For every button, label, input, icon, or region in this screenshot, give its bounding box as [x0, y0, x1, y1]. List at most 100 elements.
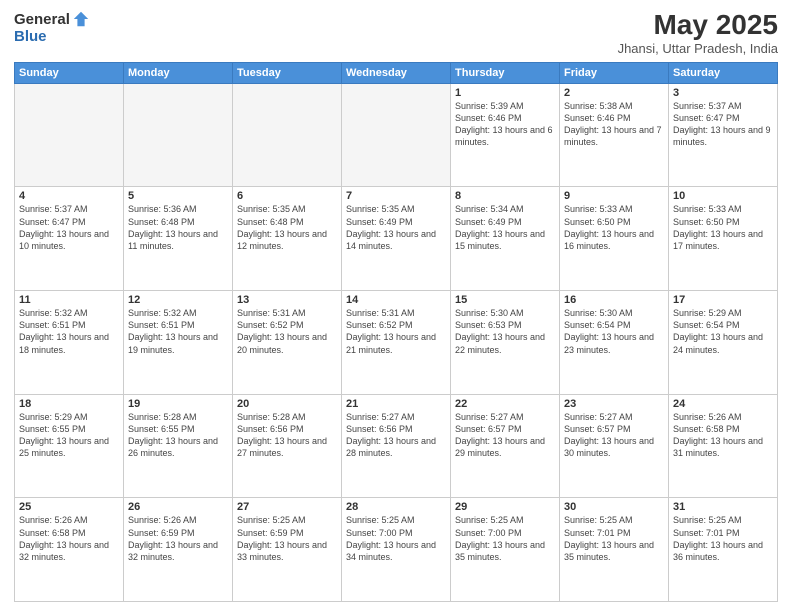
calendar-day-12: 12Sunrise: 5:32 AMSunset: 6:51 PMDayligh…	[124, 291, 233, 395]
day-number: 23	[564, 398, 664, 410]
calendar-week-2: 11Sunrise: 5:32 AMSunset: 6:51 PMDayligh…	[15, 291, 778, 395]
calendar-week-0: 1Sunrise: 5:39 AMSunset: 6:46 PMDaylight…	[15, 83, 778, 187]
day-info: Sunrise: 5:25 AMSunset: 7:01 PMDaylight:…	[564, 514, 664, 563]
day-number: 22	[455, 398, 555, 410]
day-info: Sunrise: 5:26 AMSunset: 6:58 PMDaylight:…	[19, 514, 119, 563]
day-number: 3	[673, 87, 773, 99]
day-number: 28	[346, 501, 446, 513]
calendar-day-13: 13Sunrise: 5:31 AMSunset: 6:52 PMDayligh…	[233, 291, 342, 395]
day-info: Sunrise: 5:26 AMSunset: 6:59 PMDaylight:…	[128, 514, 228, 563]
calendar-day-21: 21Sunrise: 5:27 AMSunset: 6:56 PMDayligh…	[342, 394, 451, 498]
day-info: Sunrise: 5:34 AMSunset: 6:49 PMDaylight:…	[455, 203, 555, 252]
weekday-header-tuesday: Tuesday	[233, 62, 342, 83]
calendar-day-23: 23Sunrise: 5:27 AMSunset: 6:57 PMDayligh…	[560, 394, 669, 498]
day-number: 29	[455, 501, 555, 513]
day-number: 18	[19, 398, 119, 410]
day-number: 7	[346, 190, 446, 202]
calendar-day-1: 1Sunrise: 5:39 AMSunset: 6:46 PMDaylight…	[451, 83, 560, 187]
calendar-table: SundayMondayTuesdayWednesdayThursdayFrid…	[14, 62, 778, 602]
calendar-day-10: 10Sunrise: 5:33 AMSunset: 6:50 PMDayligh…	[669, 187, 778, 291]
day-number: 9	[564, 190, 664, 202]
day-info: Sunrise: 5:28 AMSunset: 6:55 PMDaylight:…	[128, 411, 228, 460]
calendar-day-17: 17Sunrise: 5:29 AMSunset: 6:54 PMDayligh…	[669, 291, 778, 395]
day-number: 25	[19, 501, 119, 513]
calendar-day-9: 9Sunrise: 5:33 AMSunset: 6:50 PMDaylight…	[560, 187, 669, 291]
day-number: 16	[564, 294, 664, 306]
weekday-header-friday: Friday	[560, 62, 669, 83]
day-number: 27	[237, 501, 337, 513]
logo-icon	[72, 10, 90, 28]
calendar-week-1: 4Sunrise: 5:37 AMSunset: 6:47 PMDaylight…	[15, 187, 778, 291]
calendar-day-empty	[342, 83, 451, 187]
day-info: Sunrise: 5:30 AMSunset: 6:54 PMDaylight:…	[564, 307, 664, 356]
day-info: Sunrise: 5:33 AMSunset: 6:50 PMDaylight:…	[673, 203, 773, 252]
weekday-header-monday: Monday	[124, 62, 233, 83]
day-info: Sunrise: 5:29 AMSunset: 6:55 PMDaylight:…	[19, 411, 119, 460]
calendar-day-6: 6Sunrise: 5:35 AMSunset: 6:48 PMDaylight…	[233, 187, 342, 291]
calendar-day-11: 11Sunrise: 5:32 AMSunset: 6:51 PMDayligh…	[15, 291, 124, 395]
day-info: Sunrise: 5:25 AMSunset: 7:00 PMDaylight:…	[346, 514, 446, 563]
day-number: 26	[128, 501, 228, 513]
calendar-day-empty	[15, 83, 124, 187]
day-info: Sunrise: 5:27 AMSunset: 6:56 PMDaylight:…	[346, 411, 446, 460]
day-info: Sunrise: 5:39 AMSunset: 6:46 PMDaylight:…	[455, 100, 555, 149]
calendar-day-31: 31Sunrise: 5:25 AMSunset: 7:01 PMDayligh…	[669, 498, 778, 602]
day-number: 20	[237, 398, 337, 410]
day-info: Sunrise: 5:37 AMSunset: 6:47 PMDaylight:…	[673, 100, 773, 149]
day-info: Sunrise: 5:32 AMSunset: 6:51 PMDaylight:…	[128, 307, 228, 356]
day-number: 24	[673, 398, 773, 410]
day-number: 15	[455, 294, 555, 306]
day-number: 31	[673, 501, 773, 513]
day-info: Sunrise: 5:28 AMSunset: 6:56 PMDaylight:…	[237, 411, 337, 460]
calendar-day-empty	[124, 83, 233, 187]
day-number: 30	[564, 501, 664, 513]
day-info: Sunrise: 5:27 AMSunset: 6:57 PMDaylight:…	[564, 411, 664, 460]
day-info: Sunrise: 5:31 AMSunset: 6:52 PMDaylight:…	[346, 307, 446, 356]
weekday-header-row: SundayMondayTuesdayWednesdayThursdayFrid…	[15, 62, 778, 83]
logo-blue-text: Blue	[14, 28, 47, 45]
calendar-day-29: 29Sunrise: 5:25 AMSunset: 7:00 PMDayligh…	[451, 498, 560, 602]
calendar-day-19: 19Sunrise: 5:28 AMSunset: 6:55 PMDayligh…	[124, 394, 233, 498]
day-number: 19	[128, 398, 228, 410]
day-number: 10	[673, 190, 773, 202]
day-number: 21	[346, 398, 446, 410]
calendar-day-18: 18Sunrise: 5:29 AMSunset: 6:55 PMDayligh…	[15, 394, 124, 498]
day-number: 13	[237, 294, 337, 306]
calendar-day-27: 27Sunrise: 5:25 AMSunset: 6:59 PMDayligh…	[233, 498, 342, 602]
calendar-day-2: 2Sunrise: 5:38 AMSunset: 6:46 PMDaylight…	[560, 83, 669, 187]
weekday-header-saturday: Saturday	[669, 62, 778, 83]
page: General Blue May 2025 Jhansi, Uttar Prad…	[0, 0, 792, 612]
day-info: Sunrise: 5:35 AMSunset: 6:48 PMDaylight:…	[237, 203, 337, 252]
day-info: Sunrise: 5:27 AMSunset: 6:57 PMDaylight:…	[455, 411, 555, 460]
day-number: 2	[564, 87, 664, 99]
day-number: 17	[673, 294, 773, 306]
month-title: May 2025	[618, 10, 778, 41]
calendar-day-15: 15Sunrise: 5:30 AMSunset: 6:53 PMDayligh…	[451, 291, 560, 395]
day-info: Sunrise: 5:31 AMSunset: 6:52 PMDaylight:…	[237, 307, 337, 356]
calendar-day-22: 22Sunrise: 5:27 AMSunset: 6:57 PMDayligh…	[451, 394, 560, 498]
header: General Blue May 2025 Jhansi, Uttar Prad…	[14, 10, 778, 56]
day-number: 11	[19, 294, 119, 306]
calendar-day-25: 25Sunrise: 5:26 AMSunset: 6:58 PMDayligh…	[15, 498, 124, 602]
day-info: Sunrise: 5:37 AMSunset: 6:47 PMDaylight:…	[19, 203, 119, 252]
day-number: 5	[128, 190, 228, 202]
logo: General Blue	[14, 10, 90, 45]
logo-general-text: General	[14, 11, 70, 28]
calendar-day-28: 28Sunrise: 5:25 AMSunset: 7:00 PMDayligh…	[342, 498, 451, 602]
location: Jhansi, Uttar Pradesh, India	[618, 41, 778, 56]
day-info: Sunrise: 5:30 AMSunset: 6:53 PMDaylight:…	[455, 307, 555, 356]
day-info: Sunrise: 5:25 AMSunset: 6:59 PMDaylight:…	[237, 514, 337, 563]
calendar-week-4: 25Sunrise: 5:26 AMSunset: 6:58 PMDayligh…	[15, 498, 778, 602]
day-number: 4	[19, 190, 119, 202]
calendar-day-30: 30Sunrise: 5:25 AMSunset: 7:01 PMDayligh…	[560, 498, 669, 602]
day-number: 8	[455, 190, 555, 202]
weekday-header-thursday: Thursday	[451, 62, 560, 83]
day-info: Sunrise: 5:25 AMSunset: 7:00 PMDaylight:…	[455, 514, 555, 563]
calendar-day-24: 24Sunrise: 5:26 AMSunset: 6:58 PMDayligh…	[669, 394, 778, 498]
day-number: 14	[346, 294, 446, 306]
day-info: Sunrise: 5:32 AMSunset: 6:51 PMDaylight:…	[19, 307, 119, 356]
day-info: Sunrise: 5:35 AMSunset: 6:49 PMDaylight:…	[346, 203, 446, 252]
calendar-day-4: 4Sunrise: 5:37 AMSunset: 6:47 PMDaylight…	[15, 187, 124, 291]
calendar-day-5: 5Sunrise: 5:36 AMSunset: 6:48 PMDaylight…	[124, 187, 233, 291]
day-info: Sunrise: 5:38 AMSunset: 6:46 PMDaylight:…	[564, 100, 664, 149]
